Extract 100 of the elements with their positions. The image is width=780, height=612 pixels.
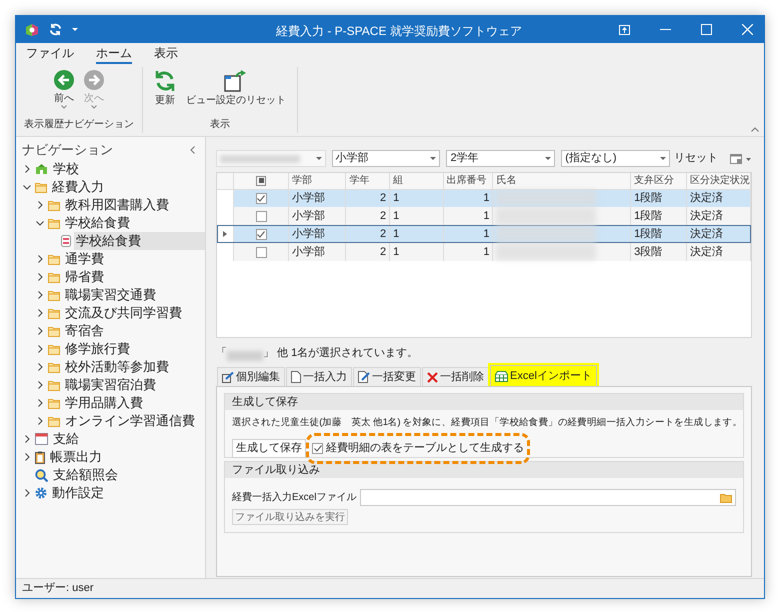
- close-icon[interactable]: [742, 24, 753, 35]
- checkbox[interactable]: [256, 228, 267, 240]
- calendar-icon: [35, 433, 48, 445]
- column-header[interactable]: 区分決定状況: [686, 173, 750, 189]
- folder-icon: [48, 308, 60, 318]
- tree-item[interactable]: 支給額照会: [51, 466, 122, 484]
- refresh-button[interactable]: 更新: [151, 67, 179, 113]
- filter-dropdown[interactable]: 小学部: [332, 150, 440, 167]
- description-text: 選択された児童生徒(加藤 英太 他1名) を対象に、経費項目「学校給食費」の経費明細一括入力シートを生成します。: [232, 416, 742, 430]
- select-all-checkbox[interactable]: [256, 176, 266, 186]
- delete-icon: [427, 372, 438, 382]
- collapse-pane-icon[interactable]: [190, 146, 195, 154]
- folder-icon: [48, 362, 60, 372]
- dropdown-caret-icon[interactable]: [72, 28, 78, 32]
- tree-item[interactable]: 経費入力: [50, 178, 108, 196]
- tree-item[interactable]: 帳票出力: [48, 448, 106, 466]
- form-icon: [61, 235, 71, 247]
- tree-item[interactable]: 修学旅行費: [63, 340, 134, 358]
- folder-icon: [48, 290, 60, 300]
- group-label: 表示履歴ナビゲーション: [24, 118, 134, 132]
- ribbon-display-icon[interactable]: [619, 24, 630, 34]
- folder-icon: [35, 182, 47, 192]
- app-icon[interactable]: [25, 22, 39, 36]
- tree-item[interactable]: 動作設定: [50, 484, 108, 502]
- dropdown-caret-icon: [316, 156, 322, 160]
- tree-item[interactable]: 寄宿舎: [63, 322, 108, 340]
- layout-menu-icon[interactable]: [730, 154, 752, 164]
- column-header[interactable]: 学部: [288, 173, 346, 189]
- column-header[interactable]: 氏名: [492, 173, 631, 189]
- table-icon: [495, 370, 508, 382]
- table-cell: 1: [390, 243, 444, 261]
- tree-item[interactable]: 校外活動等参加費: [63, 358, 173, 376]
- table-row[interactable]: 小学部 2 1 1 1段階 決定済: [217, 207, 750, 225]
- checkbox[interactable]: [256, 246, 267, 258]
- refresh-icon[interactable]: [49, 23, 62, 36]
- ribbon-tab[interactable]: 表示: [154, 46, 178, 64]
- tab[interactable]: 個別編集: [217, 367, 285, 386]
- table-row[interactable]: 小学部 2 1 1 3段階 決定済: [217, 243, 750, 261]
- selection-text: 「: [216, 346, 227, 360]
- tree-item[interactable]: 職場実習宿泊費: [63, 376, 160, 394]
- group-label: 表示: [210, 118, 230, 132]
- filter-dropdown[interactable]: 2学年: [446, 150, 556, 167]
- folder-icon: [48, 344, 60, 354]
- checkbox[interactable]: [256, 192, 267, 204]
- tab[interactable]: 一括入力: [286, 367, 352, 386]
- checkbox-label[interactable]: 経費明細の表をテーブルとして生成する: [326, 440, 524, 457]
- group-header: 生成して保存: [225, 394, 743, 410]
- column-header[interactable]: 学年: [346, 173, 390, 189]
- tree-item[interactable]: 学用品購入費: [63, 394, 147, 412]
- table-row[interactable]: 小学部 2 1 1 1段階 決定済: [217, 225, 750, 243]
- document-icon: [291, 371, 301, 383]
- filter-dropdown[interactable]: (指定なし): [561, 150, 670, 167]
- generate-save-button[interactable]: 生成して保存: [232, 439, 306, 458]
- tab[interactable]: 一括削除: [422, 367, 489, 386]
- tree-item[interactable]: 通学費: [63, 250, 108, 268]
- field-label: 経費一括入力Excelファイル: [232, 490, 356, 505]
- tree-item[interactable]: オンライン学習通信費: [63, 412, 199, 430]
- tree-item[interactable]: 学校: [51, 160, 83, 178]
- table-row[interactable]: 小学部 2 1 1 1段階 決定済: [217, 189, 750, 207]
- reset-view-button[interactable]: ビュー設定のリセット: [183, 67, 289, 113]
- tree-item[interactable]: 帰省費: [63, 268, 108, 286]
- maximize-icon[interactable]: [701, 24, 712, 35]
- tree-item[interactable]: 学校給食費: [63, 214, 134, 232]
- checkbox[interactable]: [256, 210, 267, 222]
- tree-item[interactable]: 学校給食費: [74, 232, 205, 250]
- magnifier-icon: [35, 468, 48, 482]
- tree-item[interactable]: 職場実習交通費: [63, 286, 160, 304]
- group-header: ファイル取り込み: [225, 462, 743, 478]
- gear-icon: [35, 487, 47, 499]
- dropdown-caret-icon: [545, 156, 552, 160]
- checkbox[interactable]: [312, 443, 323, 454]
- file-path-field[interactable]: [360, 489, 736, 506]
- folder-icon: [48, 218, 60, 228]
- table-cell: 3段階: [630, 243, 686, 261]
- ribbon-tab[interactable]: ホーム: [96, 46, 132, 64]
- import-file-button[interactable]: ファイル取り込みを実行: [232, 509, 348, 525]
- pane-title: ナビゲーション: [22, 141, 113, 160]
- folder-icon: [48, 398, 60, 408]
- tree-item[interactable]: 教科用図書購入費: [63, 196, 173, 214]
- tree-item[interactable]: 交流及び共同学習費: [63, 304, 186, 322]
- ribbon-tab[interactable]: ファイル: [26, 46, 74, 64]
- table-cell: 小学部: [288, 243, 346, 261]
- school-icon: [35, 163, 48, 175]
- tab[interactable]: 一括変更: [353, 367, 421, 386]
- row-pointer-icon: [223, 230, 228, 237]
- column-header[interactable]: 支弁区分: [630, 173, 686, 189]
- column-header[interactable]: 出席番号: [443, 173, 493, 189]
- document-edit-icon: [358, 371, 370, 383]
- folder-icon: [48, 416, 60, 426]
- collapse-ribbon-icon[interactable]: [751, 127, 759, 132]
- table-cell: 2: [346, 243, 390, 261]
- tab[interactable]: Excelインポート: [490, 365, 597, 386]
- back-button[interactable]: 前へ: [51, 67, 77, 109]
- table-cell: 決定済: [686, 243, 750, 261]
- reset-button[interactable]: リセット: [674, 150, 718, 167]
- tree-item[interactable]: 支給: [51, 430, 83, 448]
- pencil-icon: [222, 372, 234, 382]
- dropdown-caret-icon: [430, 156, 436, 160]
- column-header[interactable]: 組: [390, 173, 444, 189]
- dropdown-caret-icon: [660, 156, 666, 160]
